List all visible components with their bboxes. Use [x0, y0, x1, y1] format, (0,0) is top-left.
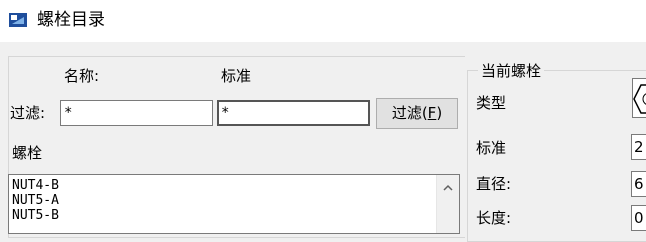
chevron-up-icon[interactable]	[437, 177, 459, 197]
length-value-field[interactable]: 0	[631, 205, 646, 231]
list-scrollbar[interactable]	[436, 175, 459, 233]
standard-filter-input[interactable]: *	[217, 100, 370, 126]
name-column-header: 名称:	[64, 67, 100, 85]
standard-value-field[interactable]: 2	[631, 134, 646, 160]
length-label: 长度:	[476, 209, 512, 227]
type-label: 类型	[476, 94, 507, 112]
standard-label: 标准	[476, 139, 507, 157]
name-filter-input[interactable]: *	[60, 100, 213, 126]
filter-button[interactable]: 过滤(F)	[376, 98, 458, 129]
current-bolt-group-title: 当前螺栓	[478, 61, 545, 81]
diameter-value-field[interactable]: 6	[631, 171, 646, 197]
window-title: 螺栓目录	[37, 10, 105, 30]
filter-label: 过滤:	[10, 104, 46, 122]
filter-button-label: 过滤(	[391, 104, 428, 122]
app-icon	[9, 13, 27, 27]
filter-button-label-close: )	[436, 104, 443, 122]
list-item[interactable]: NUT5-B	[9, 208, 459, 223]
standard-column-header: 标准	[221, 67, 252, 85]
list-item[interactable]: NUT5-A	[9, 193, 459, 208]
bolt-type-icon	[632, 78, 646, 118]
list-item[interactable]: NUT4-B	[9, 178, 459, 193]
bolt-list[interactable]: NUT4-B NUT5-A NUT5-B	[8, 174, 460, 234]
title-bar: 螺栓目录	[0, 0, 646, 42]
diameter-label: 直径:	[476, 175, 512, 193]
bolt-list-label: 螺栓	[12, 144, 43, 162]
